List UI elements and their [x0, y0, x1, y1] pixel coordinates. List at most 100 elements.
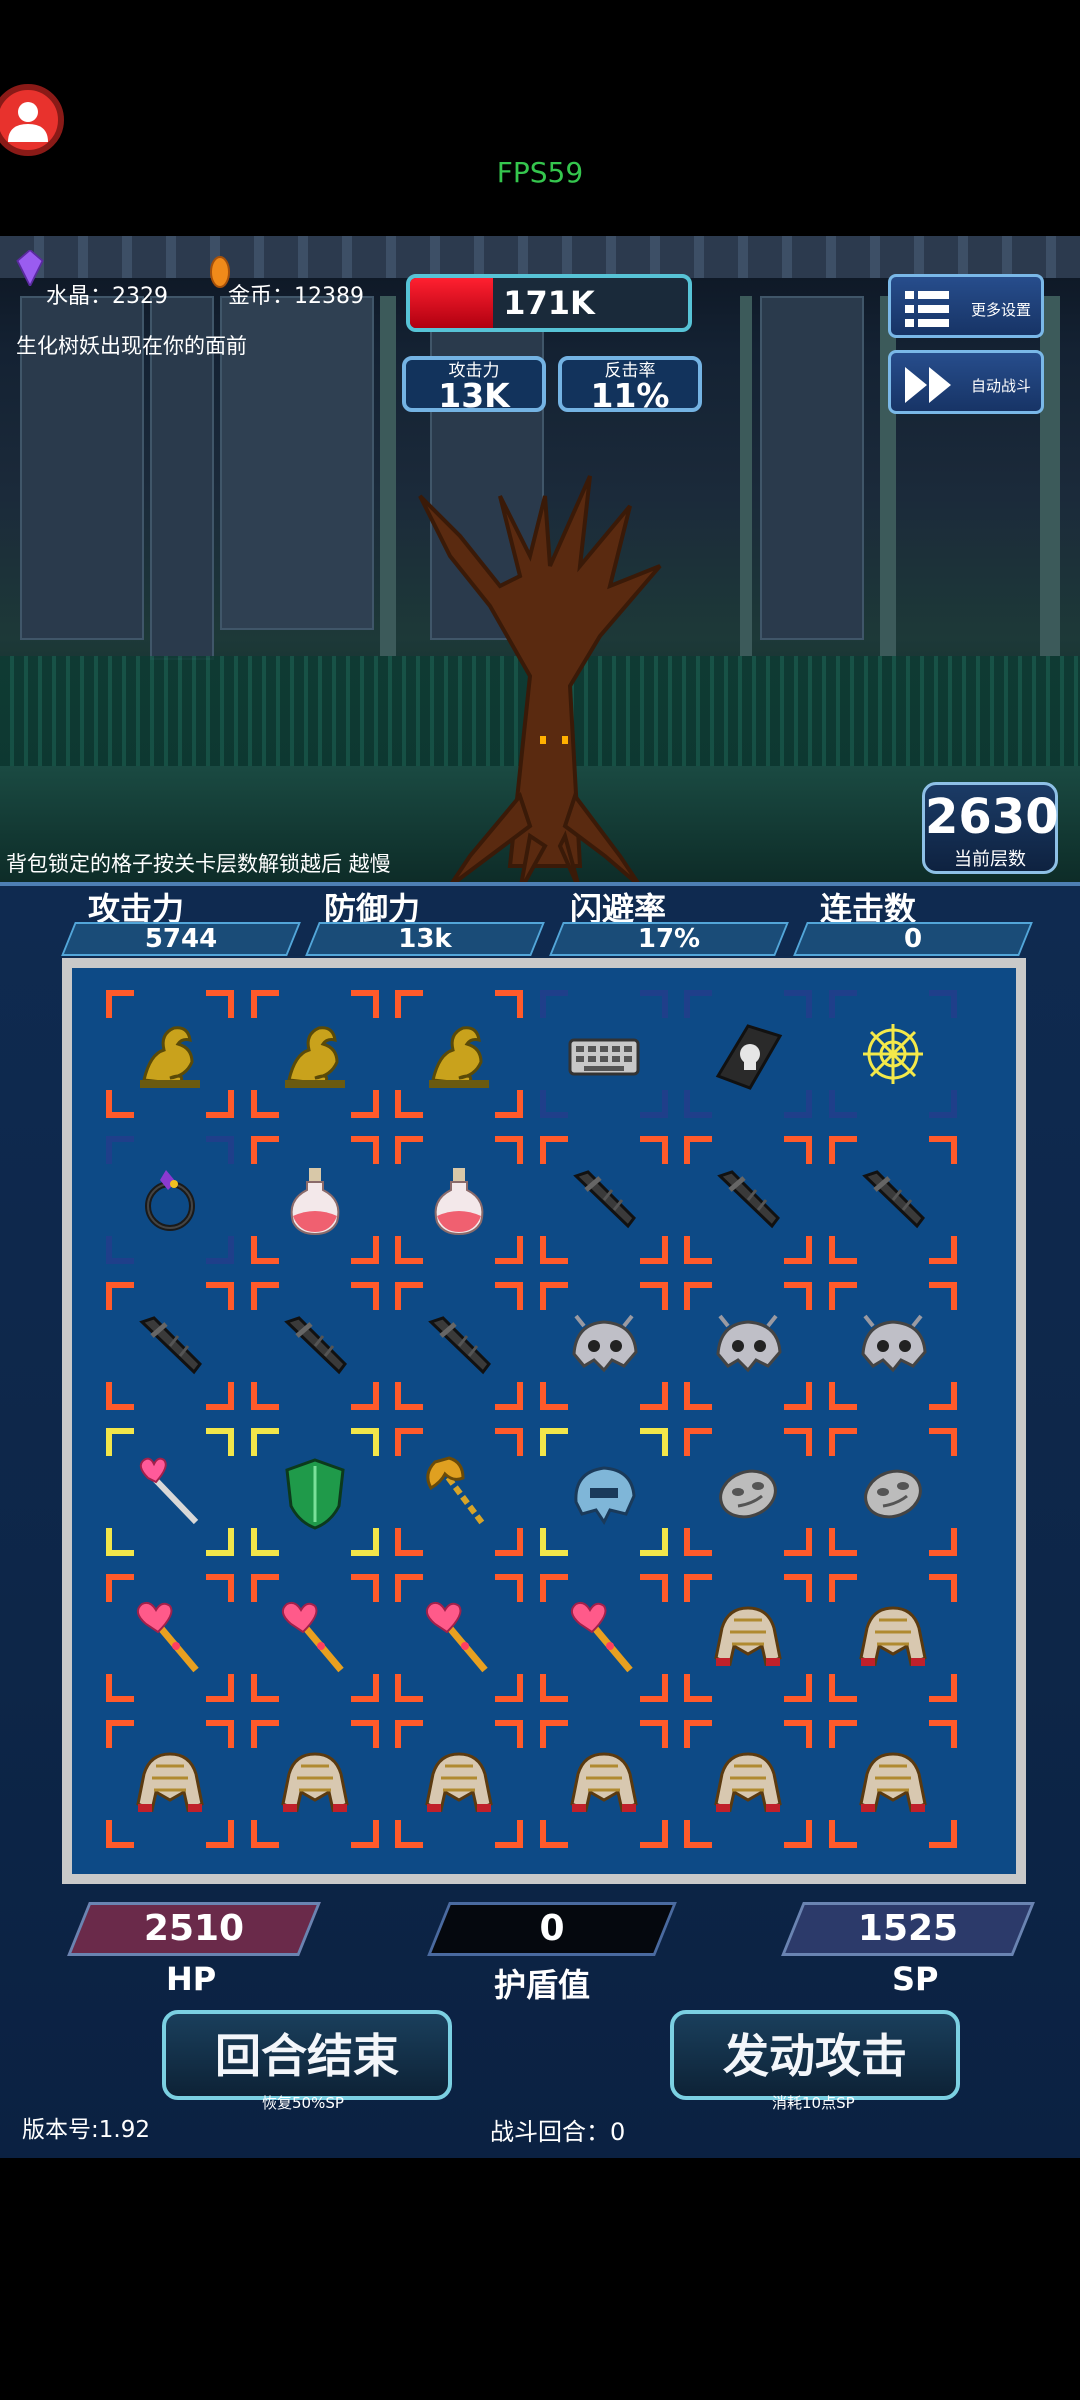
inventory-slot[interactable] [250, 1282, 379, 1410]
gold-armor-icon [859, 1752, 927, 1813]
player-defense-value: 13k [305, 922, 545, 956]
crystal-icon [16, 250, 44, 286]
inventory-slot[interactable] [829, 1136, 957, 1264]
inventory-slot[interactable] [539, 1720, 668, 1848]
floor-counter: 2630 当前层数 [922, 782, 1059, 874]
inventory-slot[interactable] [250, 990, 379, 1118]
player-attack-value: 5744 [61, 922, 301, 956]
inventory-slot[interactable] [106, 1720, 234, 1848]
inventory-slot[interactable] [395, 1136, 524, 1264]
enemy-counter-stat: 反击率 11% [558, 356, 702, 412]
heart-staff-icon [570, 1601, 633, 1673]
gold-armor-icon [280, 1752, 349, 1813]
boss-hp-bar: 171K [406, 274, 692, 332]
inventory-slot[interactable] [829, 1282, 957, 1410]
dragon-icon [140, 1026, 200, 1088]
more-settings-button[interactable]: 更多设置 [888, 274, 1044, 338]
dark-blade-icon [139, 1316, 202, 1375]
inventory-slot[interactable] [395, 1720, 524, 1848]
inventory-slot[interactable] [106, 1282, 234, 1410]
user-icon [8, 102, 48, 142]
tree-monster[interactable] [380, 436, 710, 896]
heart-wand-icon [139, 1457, 199, 1525]
dark-ring-icon [145, 1170, 195, 1231]
bone-helmet-icon [572, 1314, 638, 1373]
gold-armor-icon [425, 1752, 493, 1813]
steel-helmet-icon [574, 1466, 636, 1525]
inventory-slot[interactable] [539, 1282, 668, 1410]
inventory-slot[interactable] [106, 1136, 234, 1264]
inventory-slot[interactable] [395, 1574, 524, 1702]
inventory-slot[interactable] [539, 1136, 668, 1264]
boss-hp-value: 171K [503, 284, 595, 322]
inventory-slot[interactable] [539, 1428, 668, 1556]
attack-button[interactable]: 发动攻击 [670, 2010, 960, 2100]
gold-armor-icon [570, 1752, 638, 1813]
dragon-icon [429, 1026, 490, 1088]
green-shield-icon [284, 1458, 345, 1530]
dragon-icon [284, 1026, 345, 1088]
inventory-slot[interactable] [684, 990, 813, 1118]
inventory-slot[interactable] [395, 990, 524, 1118]
inventory-slot[interactable] [684, 1282, 813, 1410]
inventory-slot[interactable] [250, 1428, 379, 1556]
inventory-slot[interactable] [829, 1428, 957, 1556]
heart-staff-icon [281, 1601, 344, 1673]
inventory-slot[interactable] [829, 990, 957, 1118]
player-combo-value: 0 [793, 922, 1033, 956]
potion-icon [290, 1168, 339, 1236]
lock-note: 背包锁定的格子按关卡层数解锁越后 越慢 [6, 852, 391, 876]
inventory-slot[interactable] [829, 1574, 957, 1702]
skull-book-icon [716, 1024, 783, 1090]
sp-value: 1525 [781, 1902, 1035, 1956]
inventory-slot[interactable] [395, 1282, 524, 1410]
list-icon [905, 291, 949, 327]
inventory-slot[interactable] [106, 1574, 234, 1702]
gold-armor-icon [136, 1752, 204, 1813]
inventory-slot[interactable] [539, 1574, 668, 1702]
heart-staff-icon [426, 1601, 488, 1673]
inventory-slot[interactable] [395, 1428, 524, 1556]
gold-armor-icon [859, 1606, 927, 1667]
inventory-slot[interactable] [684, 1428, 813, 1556]
attack-subtext: 消耗10点SP [772, 2094, 855, 2112]
auto-battle-button[interactable]: 自动战斗 [888, 350, 1044, 414]
inventory-slot[interactable] [829, 1720, 957, 1848]
bone-helmet-icon [716, 1314, 782, 1373]
avatar-button[interactable] [0, 84, 64, 156]
inventory-slot[interactable] [250, 1720, 379, 1848]
enemy-attack-stat: 攻击力 13K [402, 356, 546, 412]
battle-round: 战斗回合：0 [490, 2118, 626, 2146]
end-turn-button[interactable]: 回合结束 [162, 2010, 452, 2100]
end-turn-subtext: 恢复50%SP [262, 2094, 344, 2112]
inventory-slot[interactable] [250, 1136, 379, 1264]
inventory-grid [62, 958, 1026, 1884]
stone-mask-icon [864, 1469, 922, 1519]
bone-helmet-icon [861, 1314, 927, 1373]
gold-armor-icon [714, 1606, 783, 1667]
double-axe-icon [426, 1456, 486, 1526]
hp-value: 2510 [67, 1902, 321, 1956]
version-label: 版本号:1.92 [22, 2117, 150, 2143]
hp-label: HP [166, 1960, 217, 1998]
crystal-count: 水晶：2329 [46, 284, 169, 309]
keyboard-icon [568, 1038, 640, 1076]
player-dodge-value: 17% [549, 922, 789, 956]
inventory-slot[interactable] [250, 1574, 379, 1702]
inventory-slot[interactable] [106, 990, 234, 1118]
inventory-slot[interactable] [684, 1720, 813, 1848]
stone-mask-icon [719, 1469, 778, 1519]
inventory-slot[interactable] [684, 1574, 813, 1702]
gold-armor-icon [714, 1752, 783, 1813]
dark-blade-icon [862, 1170, 925, 1229]
shield-value: 0 [427, 1902, 677, 1956]
inventory-slot[interactable] [106, 1428, 234, 1556]
inventory-slot[interactable] [684, 1136, 813, 1264]
heart-staff-icon [136, 1601, 199, 1673]
dark-blade-icon [283, 1316, 347, 1375]
spark-web-icon [863, 1024, 923, 1084]
dark-blade-icon [572, 1170, 636, 1229]
gold-coin-icon [210, 256, 230, 288]
inventory-slot[interactable] [539, 990, 668, 1118]
fast-forward-icon [905, 367, 951, 403]
